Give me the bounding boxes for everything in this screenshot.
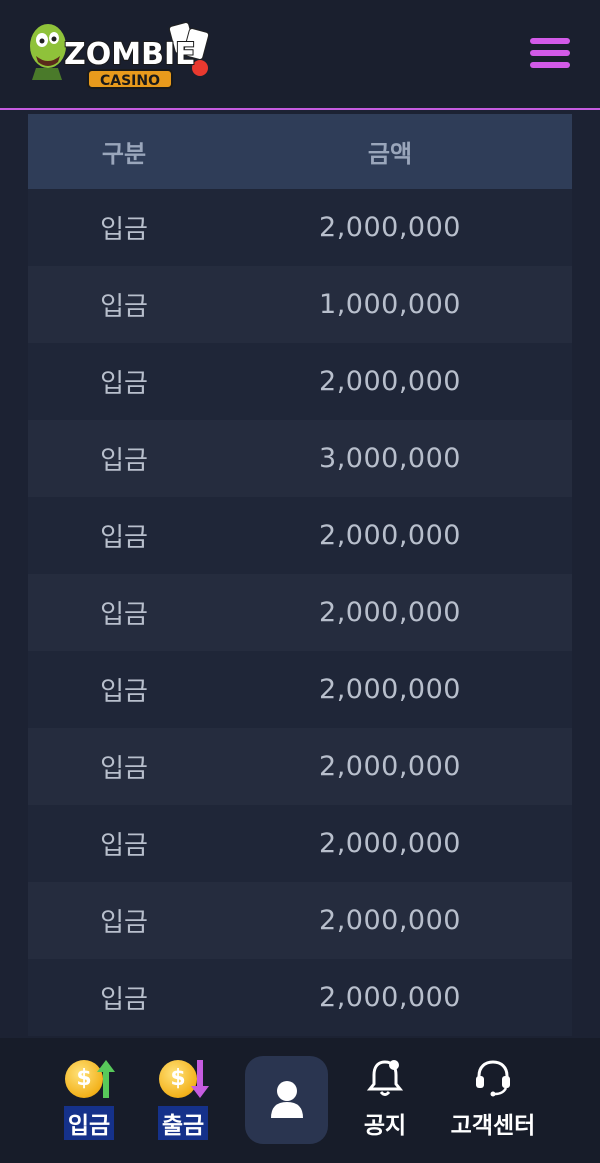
table-row: 입금 2,000,000	[28, 189, 572, 266]
logo-graphic: ZOMBIE CASINO	[30, 22, 210, 89]
table-row: 입금 3,000,000	[28, 420, 572, 497]
cell-amount: 2,000,000	[319, 212, 461, 243]
table-body: 입금 2,000,000 입금 1,000,000 입금 2,000,000 입금 3,000…	[28, 189, 572, 1036]
notice-label: 공지	[363, 1113, 407, 1139]
cell-amount: 2,000,000	[319, 982, 461, 1013]
arrow-down-icon	[191, 1060, 209, 1098]
cell-amount: 2,000,000	[319, 905, 461, 936]
notice-button[interactable]: 공지	[355, 1056, 415, 1140]
table-header-row: 구분 금액	[28, 114, 572, 189]
cell-amount: 2,000,000	[319, 520, 461, 551]
table-row: 입금 2,000,000	[28, 728, 572, 805]
table-row: 입금 2,000,000	[28, 959, 572, 1036]
cell-type: 입금	[100, 985, 148, 1015]
deposit-label: 입금	[63, 1106, 115, 1140]
menu-line	[530, 38, 570, 44]
cell-type: 입금	[100, 292, 148, 322]
cell-amount: 2,000,000	[319, 674, 461, 705]
column-header-amount: 금액	[367, 140, 413, 168]
coin-arrow-down-icon: $	[155, 1056, 211, 1100]
app-root: ZOMBIE CASINO 구분 금액 입금 2,000,000 입금 1,000,0…	[0, 0, 600, 1163]
cell-type: 입금	[100, 754, 148, 784]
hamburger-icon[interactable]	[530, 38, 570, 72]
cell-type: 입금	[100, 369, 148, 399]
cell-type: 입금	[100, 215, 148, 245]
logo-subtext: CASINO	[100, 73, 160, 89]
menu-line	[530, 50, 570, 56]
header: ZOMBIE CASINO	[0, 0, 600, 110]
table-row: 입금 2,000,000	[28, 651, 572, 728]
withdraw-button[interactable]: $ 출금	[150, 1056, 216, 1140]
cell-type: 입금	[100, 446, 148, 476]
bell-icon	[363, 1056, 407, 1100]
zombie-casino-logo[interactable]: ZOMBIE CASINO	[28, 16, 218, 96]
table-row: 입금 1,000,000	[28, 266, 572, 343]
profile-button[interactable]	[245, 1056, 328, 1144]
table-row: 입금 2,000,000	[28, 574, 572, 651]
coin-arrow-up-icon: $	[61, 1056, 117, 1100]
cell-type: 입금	[100, 908, 148, 938]
cell-amount: 2,000,000	[319, 828, 461, 859]
cell-type: 입금	[100, 831, 148, 861]
table-row: 입금 2,000,000	[28, 497, 572, 574]
support-label: 고객센터	[450, 1113, 536, 1139]
withdraw-label: 출금	[157, 1106, 209, 1140]
user-icon	[271, 1081, 303, 1118]
logo-wordmark: ZOMBIE	[64, 37, 196, 72]
cell-type: 입금	[100, 600, 148, 630]
cell-amount: 2,000,000	[319, 597, 461, 628]
table-row: 입금 2,000,000	[28, 343, 572, 420]
deposit-button[interactable]: $ 입금	[56, 1056, 122, 1140]
cell-amount: 2,000,000	[319, 366, 461, 397]
bottom-nav: $ 입금 $ 출금 공지 고객센터	[0, 1038, 600, 1163]
table-row: 입금 2,000,000	[28, 882, 572, 959]
cell-type: 입금	[100, 677, 148, 707]
support-button[interactable]: 고객센터	[440, 1056, 546, 1140]
menu-line	[530, 62, 570, 68]
arrow-up-icon	[97, 1060, 115, 1098]
cell-amount: 1,000,000	[319, 289, 461, 320]
cell-amount: 3,000,000	[319, 443, 461, 474]
headset-icon	[471, 1056, 515, 1100]
cell-amount: 2,000,000	[319, 751, 461, 782]
cell-type: 입금	[100, 523, 148, 553]
transaction-table: 구분 금액 입금 2,000,000 입금 1,000,000 입금 2,000,000 입…	[28, 114, 572, 1036]
table-row: 입금 2,000,000	[28, 805, 572, 882]
column-header-type: 구분	[101, 140, 147, 168]
